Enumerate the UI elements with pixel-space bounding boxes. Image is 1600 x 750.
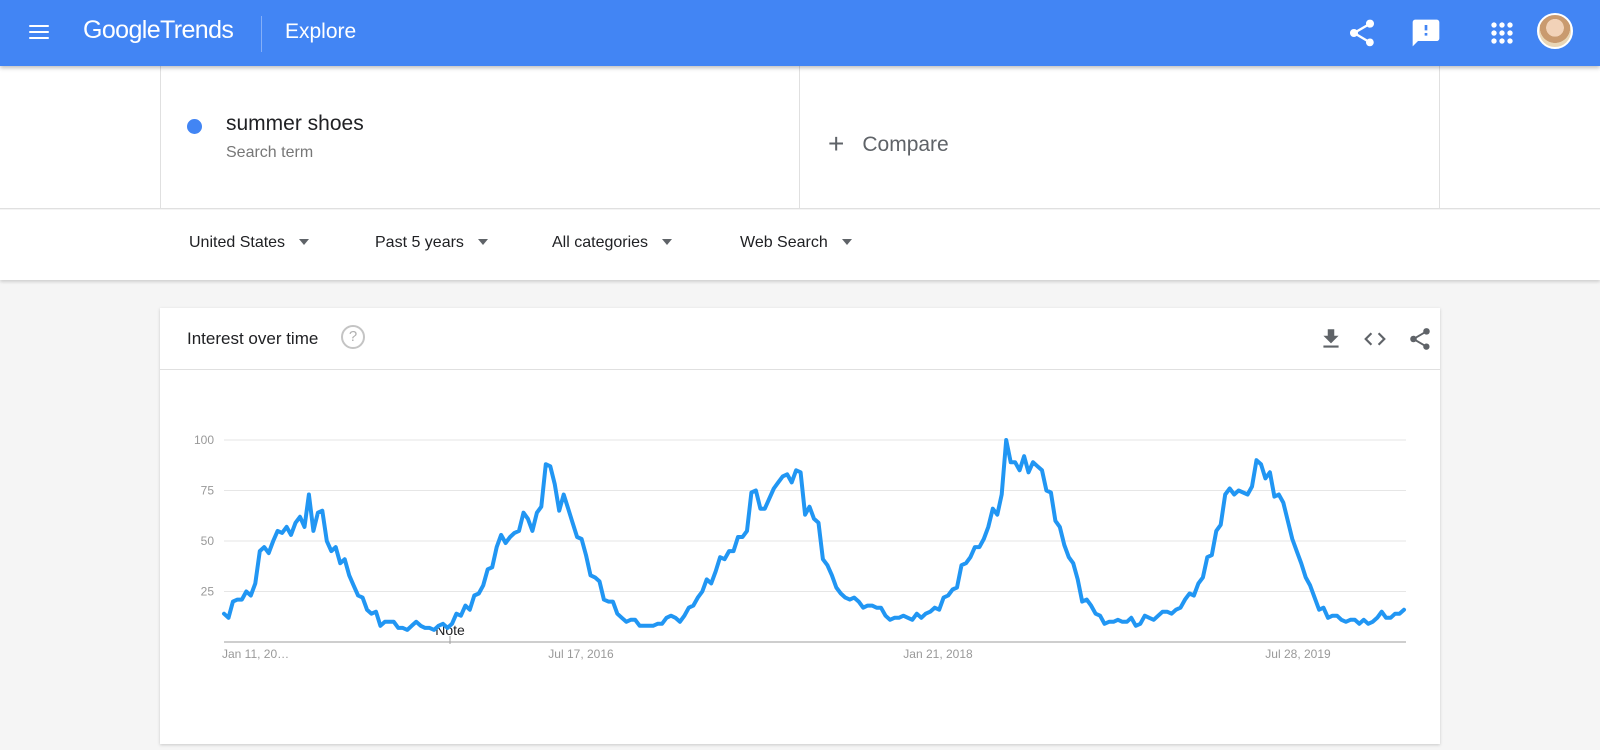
download-icon[interactable] [1318,326,1344,352]
search-term-panel: summer shoes Search term + Compare [0,66,1600,209]
card-title: Interest over time [187,329,319,348]
caret-down-icon [477,238,488,245]
y-tick-label: 100 [194,433,214,447]
panel-divider [799,66,800,209]
feedback-icon[interactable] [1410,17,1442,49]
y-tick-label: 50 [201,534,215,548]
caret-down-icon [662,238,673,245]
panel-divider [160,66,161,209]
header-divider [261,16,262,52]
embed-icon[interactable] [1362,326,1388,352]
interest-chart[interactable]: 25 50 75 100 Jan 11, 20… Jul 17, 2016 Jan 21, … [160,370,1440,744]
caret-down-icon [299,238,310,245]
menu-icon[interactable] [26,21,52,45]
logo-trends-text: Trends [160,16,234,44]
search-term-type: Search term [226,144,314,161]
help-icon[interactable]: ? [341,325,365,349]
search-term-name[interactable]: summer shoes [226,112,364,136]
top-app-bar: GoogleTrends Explore [0,0,1600,66]
y-tick-label: 75 [201,484,215,498]
region-dropdown[interactable]: United States [189,234,310,252]
caret-down-icon [841,238,852,245]
panel-divider [1439,66,1440,209]
term-color-dot [187,119,202,134]
page-section-title: Explore [285,20,357,43]
region-label: United States [189,234,286,251]
x-tick-label: Jul 17, 2016 [548,647,614,661]
time-range-label: Past 5 years [375,234,464,251]
search-type-dropdown[interactable]: Web Search [740,234,852,252]
category-dropdown[interactable]: All categories [552,234,673,252]
google-trends-logo[interactable]: GoogleTrends [83,16,234,45]
logo-google-text: Google [83,16,161,44]
search-type-label: Web Search [740,234,828,251]
interest-over-time-card: Interest over time ? 25 50 75 100 Jan 11, 20… [160,308,1440,744]
x-tick-label: Jan 11, 20… [222,647,289,661]
x-tick-label: Jul 28, 2019 [1265,647,1331,661]
share-icon[interactable] [1346,17,1378,49]
compare-button[interactable]: + Compare [828,126,949,159]
share-icon[interactable] [1407,326,1433,352]
avatar[interactable] [1537,13,1573,49]
plus-icon: + [828,128,845,159]
card-header: Interest over time ? [160,308,1440,370]
series-line [222,438,1406,632]
category-label: All categories [552,234,649,251]
time-range-dropdown[interactable]: Past 5 years [375,234,488,252]
compare-label: Compare [862,133,949,156]
filter-bar: United States Past 5 years All categorie… [0,210,1600,280]
apps-icon[interactable] [1486,17,1518,49]
y-tick-label: 25 [201,585,215,599]
line-chart-svg: 25 50 75 100 Jan 11, 20… Jul 17, 2016 Jan 21, … [194,433,1406,661]
x-tick-label: Jan 21, 2018 [903,647,973,661]
